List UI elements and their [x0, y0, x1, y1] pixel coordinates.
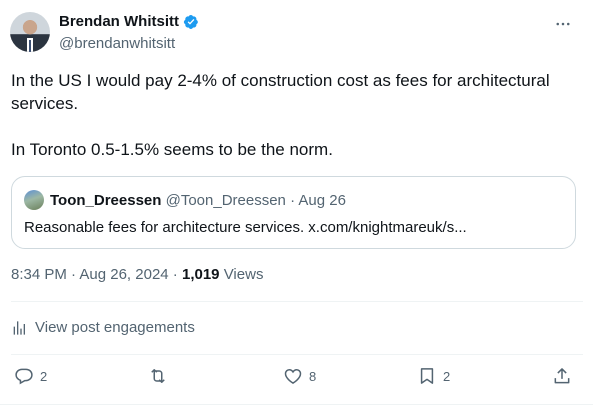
view-engagements-link[interactable]: View post engagements — [11, 319, 195, 336]
quote-author-name: Toon_Dreessen — [50, 192, 162, 209]
author-avatar[interactable] — [10, 12, 50, 52]
action-bar: 2 8 2 — [0, 366, 593, 394]
share-icon — [554, 368, 570, 384]
tweet-text: In the US I would pay 2-4% of constructi… — [11, 71, 550, 159]
retweet-icon — [151, 369, 165, 383]
quote-header: Toon_Dreessen @Toon_Dreessen · Aug 26 — [50, 192, 346, 209]
more-options-icon[interactable] — [553, 14, 573, 34]
meta-separator: · — [168, 266, 182, 283]
bookmark-icon — [420, 368, 434, 384]
verified-badge-icon — [183, 14, 198, 29]
post-time[interactable]: 8:34 PM — [11, 266, 67, 283]
like-button[interactable]: 8 — [283, 366, 316, 386]
bookmark-button[interactable]: 2 — [417, 366, 450, 386]
views-label: Views — [219, 266, 264, 283]
bookmark-count: 2 — [443, 368, 451, 384]
avatar-tie — [29, 40, 31, 52]
post-meta: 8:34 PM · Aug 26, 2024 · 1,019 Views — [11, 266, 263, 283]
post-date[interactable]: Aug 26, 2024 — [79, 266, 168, 283]
author-handle[interactable]: @brendanwhitsitt — [59, 35, 175, 52]
reply-icon — [15, 368, 33, 385]
bottom-border — [0, 404, 593, 405]
engagements-label: View post engagements — [35, 319, 195, 336]
quote-text: Reasonable fees for architecture service… — [24, 219, 467, 236]
author-name-row: Brendan Whitsitt — [59, 13, 199, 30]
author-display-name[interactable]: Brendan Whitsitt — [59, 13, 179, 30]
divider — [11, 301, 583, 302]
reply-count: 2 — [40, 368, 48, 384]
analytics-icon — [13, 320, 25, 335]
quote-date: Aug 26 — [298, 192, 346, 209]
views-count: 1,019 — [181, 266, 220, 283]
quote-author-handle: @Toon_Dreessen — [165, 192, 286, 209]
reply-button[interactable]: 2 — [14, 366, 47, 386]
divider — [11, 354, 583, 355]
share-button[interactable] — [552, 366, 572, 386]
quote-separator: · — [285, 192, 299, 209]
like-count: 8 — [309, 368, 317, 384]
retweet-button[interactable] — [148, 366, 174, 386]
meta-separator: · — [66, 266, 80, 283]
quoted-tweet-card[interactable]: Toon_Dreessen @Toon_Dreessen · Aug 26 Re… — [11, 176, 576, 249]
like-icon — [284, 368, 302, 384]
quote-avatar — [24, 190, 44, 210]
